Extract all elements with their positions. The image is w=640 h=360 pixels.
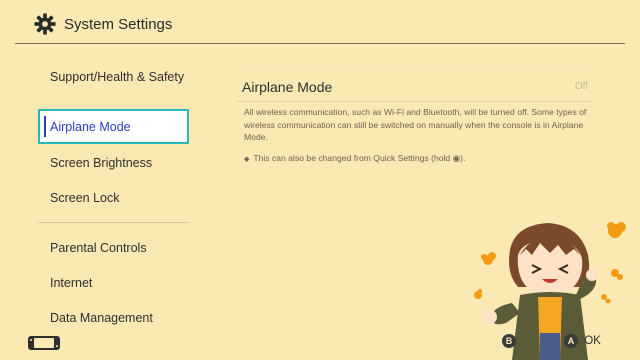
- button-hints: B A OK: [502, 334, 612, 350]
- sidebar-item-screen-brightness[interactable]: Screen Brightness: [50, 156, 152, 170]
- selection-indicator: [44, 116, 46, 137]
- setting-description: All wireless communication, such as Wi-F…: [244, 107, 587, 142]
- setting-label: Airplane Mode: [242, 79, 333, 95]
- page-title: System Settings: [64, 16, 173, 33]
- setting-note: ◆ This can also be changed from Quick Set…: [244, 153, 594, 164]
- sidebar-item-internet[interactable]: Internet: [50, 276, 92, 290]
- ok-hint[interactable]: A OK: [564, 334, 601, 348]
- gear-icon: [34, 13, 56, 35]
- sidebar-item-data-management[interactable]: Data Management: [50, 311, 153, 325]
- sidebar-item-screen-lock[interactable]: Screen Lock: [50, 191, 119, 205]
- a-button-icon: A: [564, 334, 578, 348]
- diamond-bullet-icon: ◆: [244, 156, 250, 163]
- sidebar-divider: [38, 222, 190, 223]
- sidebar-item-support[interactable]: Support/Health & Safety: [50, 70, 184, 84]
- header-bar: System Settings: [0, 0, 640, 44]
- sidebar-item-airplane-mode[interactable]: Airplane Mode: [38, 109, 189, 144]
- sidebar-item-label: Airplane Mode: [50, 120, 131, 134]
- note-text: This can also be changed from Quick Sett…: [253, 153, 466, 163]
- sidebar-item-parental-controls[interactable]: Parental Controls: [50, 241, 147, 255]
- setting-value: Off: [574, 81, 588, 92]
- ok-label: OK: [584, 335, 601, 347]
- b-button-icon: B: [502, 334, 516, 348]
- console-icon: [28, 336, 60, 350]
- back-hint[interactable]: B: [502, 334, 516, 348]
- airplane-mode-setting[interactable]: Airplane Mode Off: [236, 66, 594, 102]
